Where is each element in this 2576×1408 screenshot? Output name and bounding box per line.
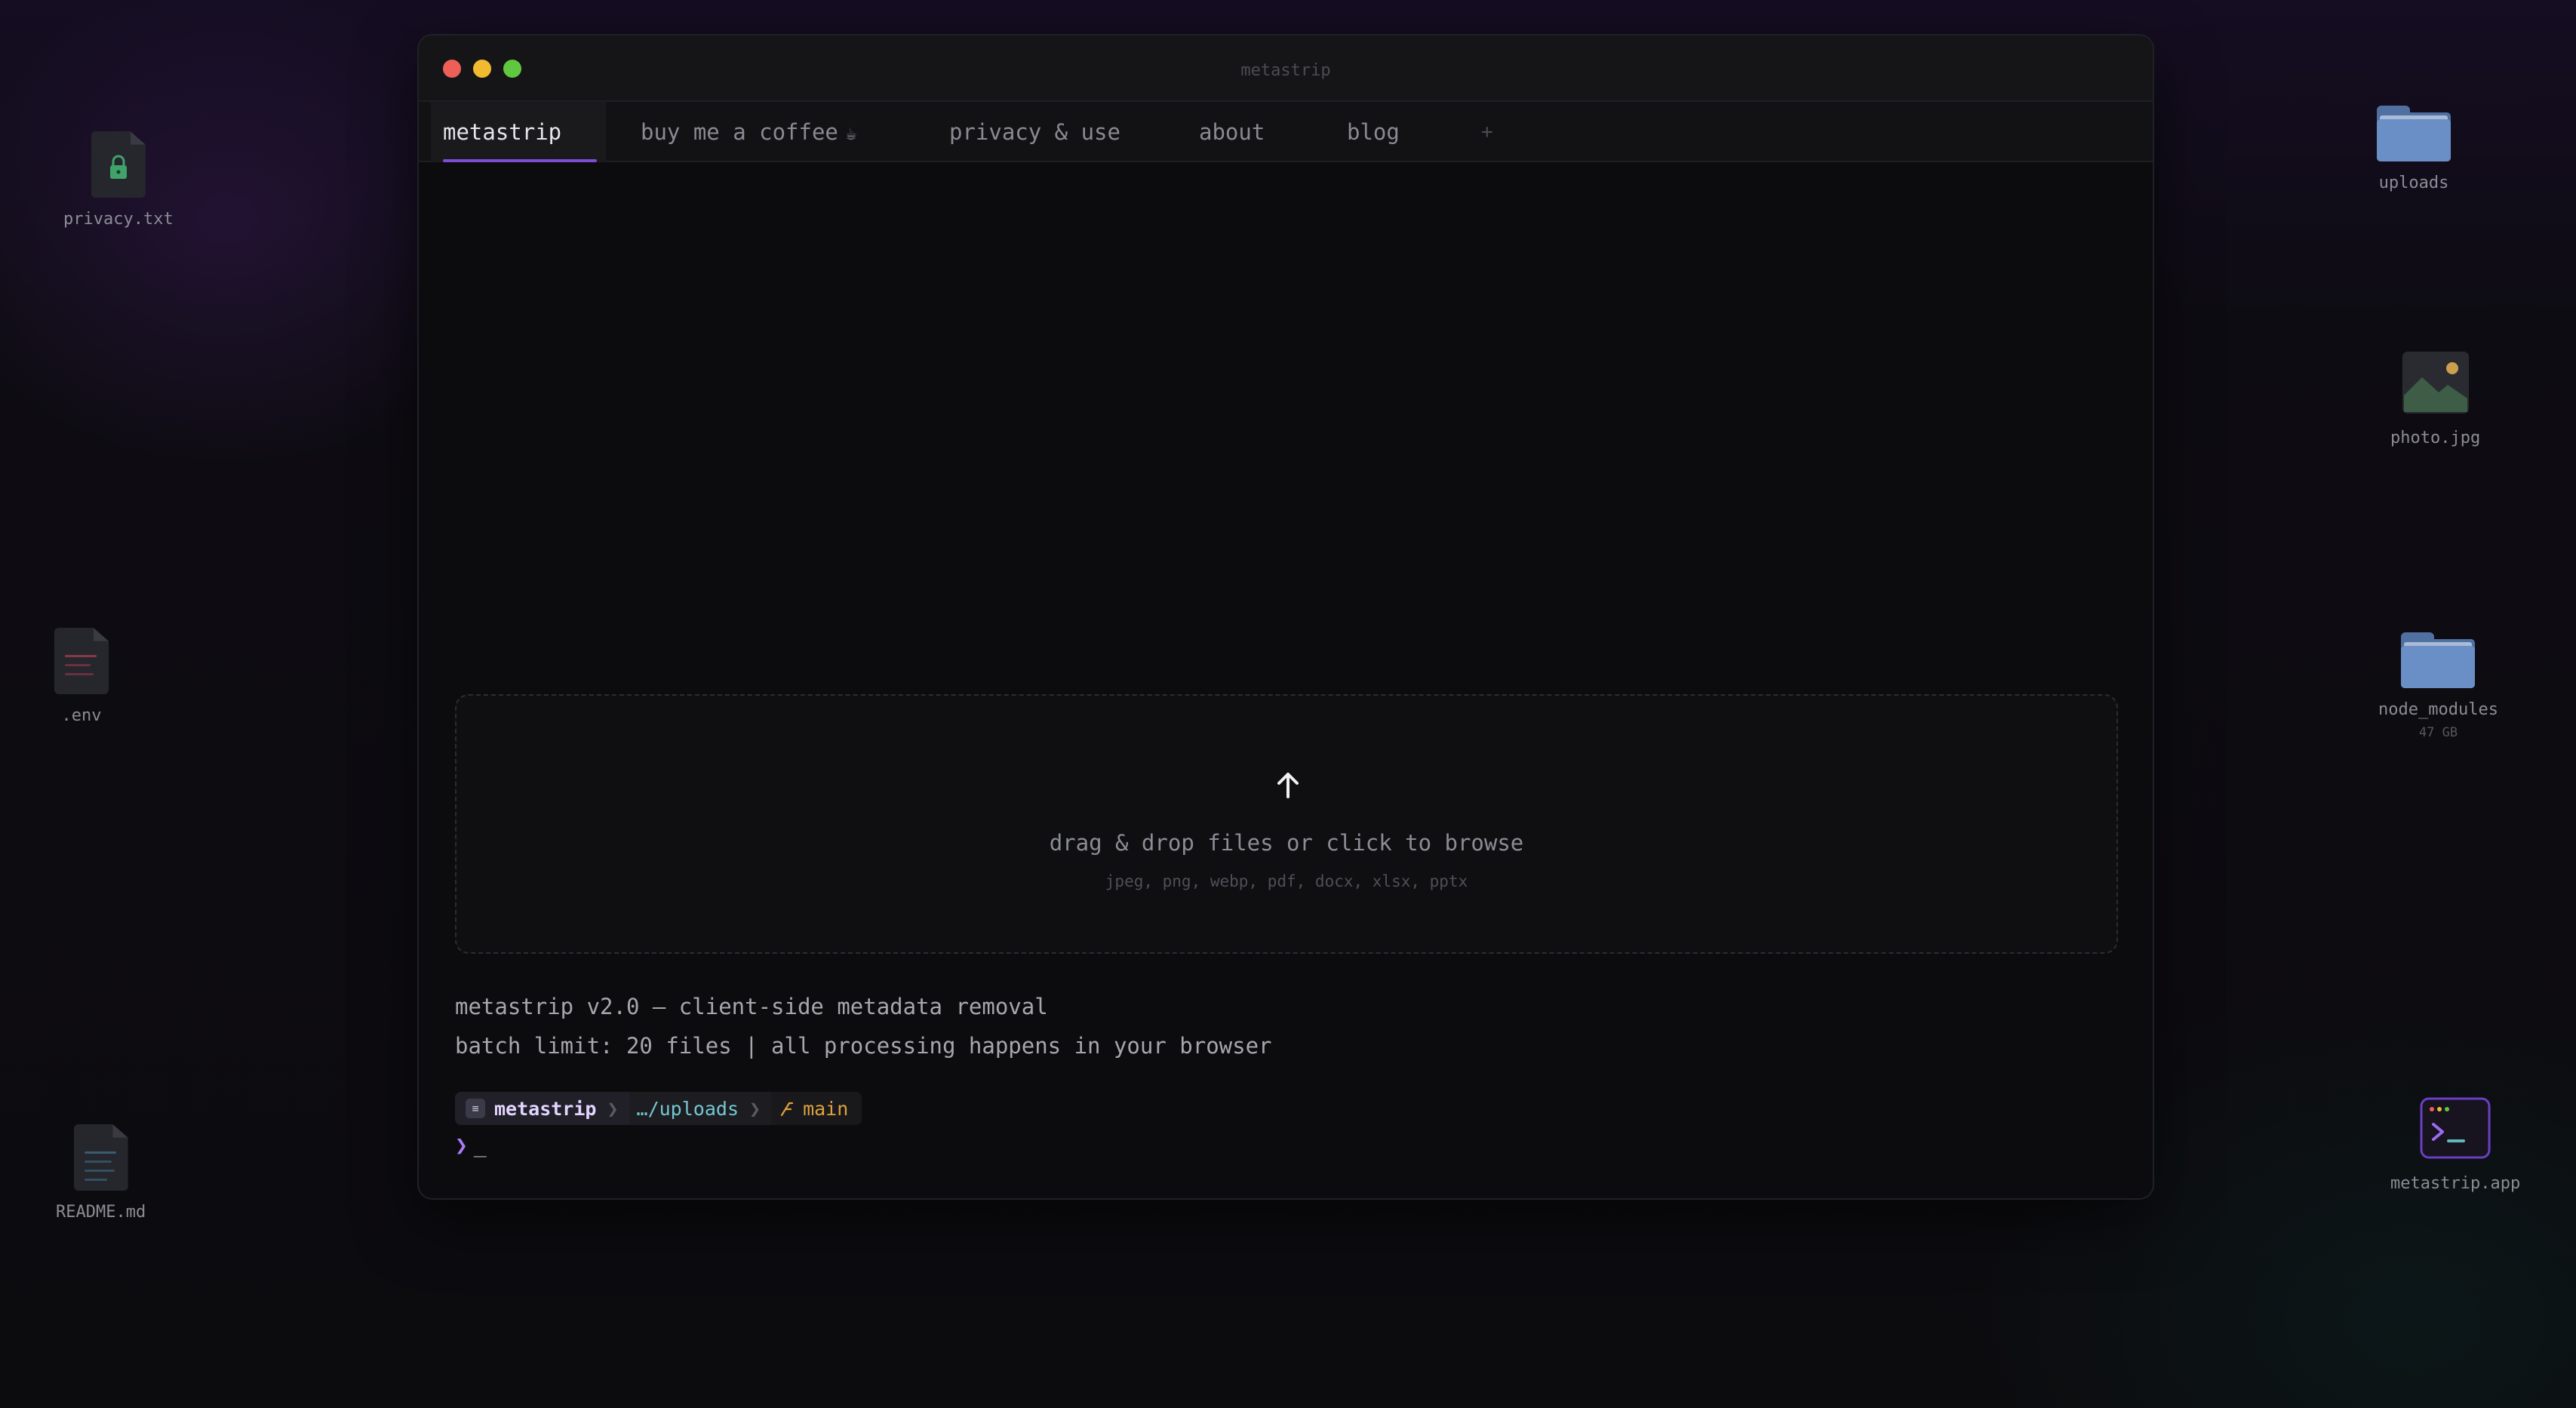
prompt-path-segment: …/uploads ❯ — [629, 1092, 772, 1125]
desktop-icon-label: uploads — [2378, 174, 2449, 192]
main-content: drag & drop files or click to browse jpe… — [419, 164, 2153, 1198]
desktop-icon-metastrip-app[interactable]: metastrip.app — [2390, 1097, 2520, 1193]
chevron-right-icon: ❯ — [607, 1097, 619, 1120]
tab-privacy-and-use[interactable]: privacy & use — [949, 102, 1145, 162]
markdown-document-icon — [73, 1124, 128, 1191]
prompt-branch-segment: main — [771, 1092, 862, 1125]
env-file-icon — [54, 628, 109, 694]
desktop-icon-label: README.md — [56, 1203, 146, 1222]
prompt-branch: main — [803, 1097, 849, 1120]
desktop-icon-uploads[interactable]: uploads — [2377, 106, 2451, 192]
desktop-icon-label: metastrip.app — [2390, 1174, 2521, 1193]
tab-blog[interactable]: blog — [1347, 102, 1422, 162]
desktop-icon-node-modules[interactable]: node_modules 47 GB — [2378, 632, 2498, 740]
tab-about[interactable]: about — [1199, 102, 1282, 162]
plus-icon: + — [1481, 121, 1493, 143]
upload-arrow-icon — [1277, 773, 1299, 798]
desktop-icon-sublabel: 47 GB — [2418, 725, 2458, 740]
tab-metastrip[interactable]: metastrip — [431, 102, 606, 162]
prompt-chevron-icon: ❯ — [455, 1133, 468, 1157]
desktop-icon-photo[interactable]: photo.jpg — [2390, 352, 2480, 447]
desktop-icon-label: node_modules — [2378, 700, 2498, 719]
locked-document-icon — [91, 131, 146, 198]
command-input-line[interactable]: ❯ _ — [455, 1133, 487, 1157]
desktop-icon-readme[interactable]: README.md — [56, 1124, 146, 1222]
tab-label: buy me a coffee — [641, 119, 838, 145]
batch-info: batch limit: 20 files | all processing h… — [455, 1033, 1272, 1059]
prompt-bar: ≡ metastrip ❯ …/uploads ❯ main — [455, 1092, 862, 1125]
tab-label: about — [1199, 119, 1265, 145]
desktop-icon-label: .env — [61, 706, 102, 725]
folder-icon — [2401, 632, 2476, 688]
image-file-icon — [2402, 352, 2469, 417]
folder-icon — [2377, 106, 2451, 161]
new-tab-button[interactable]: + — [1481, 102, 1511, 162]
desktop-icon-label: photo.jpg — [2390, 429, 2481, 447]
git-branch-icon — [780, 1102, 794, 1117]
prompt-path: …/uploads — [636, 1097, 739, 1120]
title-bar: metastrip — [419, 35, 2153, 102]
dropzone-formats: jpeg, png, webp, pdf, docx, xlsx, pptx — [1105, 872, 1468, 890]
text-cursor: _ — [473, 1133, 487, 1157]
prompt-app-segment: ≡ metastrip ❯ — [455, 1092, 629, 1125]
tab-label: metastrip — [443, 119, 562, 145]
tab-bar: metastrip buy me a coffee ☕ privacy & use… — [419, 102, 2153, 162]
app-window: metastrip metastrip buy me a coffee ☕ pri… — [417, 34, 2154, 1200]
coffee-cup-icon: ☕ — [845, 123, 857, 144]
terminal-app-icon — [2420, 1097, 2491, 1162]
file-dropzone[interactable]: drag & drop files or click to browse jpe… — [455, 694, 2118, 954]
chevron-right-icon: ❯ — [749, 1097, 761, 1120]
prompt-app-name: metastrip — [494, 1097, 597, 1120]
dropzone-instructions: drag & drop files or click to browse — [1049, 830, 1524, 856]
desktop-icon-privacy[interactable]: privacy.txt — [63, 131, 174, 229]
desktop-icon-env[interactable]: .env — [54, 628, 109, 725]
desktop-icon-label: privacy.txt — [63, 210, 174, 229]
tab-label: privacy & use — [949, 119, 1120, 145]
tab-label: blog — [1347, 119, 1400, 145]
tab-buy-me-a-coffee[interactable]: buy me a coffee ☕ — [641, 102, 912, 162]
window-title: metastrip — [1240, 61, 1331, 80]
version-info: metastrip v2.0 — client-side metadata re… — [455, 994, 1048, 1019]
desktop: privacy.txt .env README.md uploads photo… — [0, 0, 2576, 1408]
terminal-icon: ≡ — [466, 1099, 485, 1118]
